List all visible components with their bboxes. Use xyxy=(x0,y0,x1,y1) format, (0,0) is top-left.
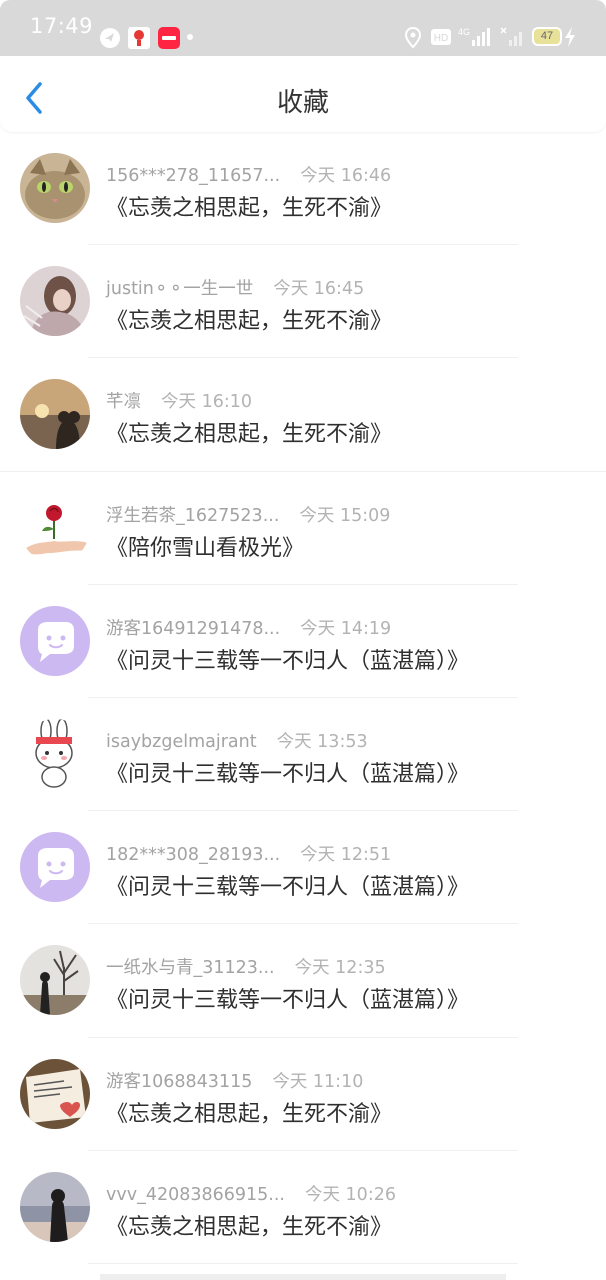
location-icon xyxy=(404,27,422,49)
favorite-meta: 游客1068843115 今天 11:10 xyxy=(106,1068,363,1093)
list-item[interactable]: isaybzgelmajrant 今天 13:53 《问灵十三载等一不归人（蓝湛篇… xyxy=(0,698,606,812)
favorites-list: 156***278_11657... 今天 16:46 《忘羡之相思起，生死不渝》… xyxy=(0,132,606,1264)
default-avatar[interactable] xyxy=(20,605,90,676)
work-title[interactable]: 《陪你雪山看极光》 xyxy=(106,530,304,562)
work-title[interactable]: 《忘羡之相思起，生死不渝》 xyxy=(106,303,392,335)
favorite-time: 今天 10:26 xyxy=(304,1184,396,1205)
work-title[interactable]: 《忘羡之相思起，生死不渝》 xyxy=(106,416,392,448)
user-name[interactable]: 游客1068843115 xyxy=(106,1072,252,1092)
list-item[interactable]: 浮生若茶_1627523... 今天 15:09 《陪你雪山看极光》 xyxy=(0,472,606,585)
favorite-time: 今天 16:10 xyxy=(161,392,252,413)
sunset-avatar[interactable] xyxy=(20,379,90,450)
battery-icon: 47 xyxy=(532,27,562,46)
app-notification-icon xyxy=(100,28,120,48)
favorite-meta: isaybzgelmajrant 今天 13:53 xyxy=(106,728,368,753)
user-name[interactable]: vvv_42083866915... xyxy=(106,1185,285,1205)
work-title[interactable]: 《问灵十三载等一不归人（蓝湛篇）》 xyxy=(106,756,469,788)
work-title[interactable]: 《忘羡之相思起，生死不渝》 xyxy=(106,1096,392,1128)
work-title[interactable]: 《问灵十三载等一不归人（蓝湛篇）》 xyxy=(106,643,469,675)
list-item[interactable]: vvv_42083866915... 今天 10:26 《忘羡之相思起，生死不渝》 xyxy=(0,1151,606,1264)
list-item[interactable]: 182***308_28193... 今天 12:51 《问灵十三载等一不归人（蓝… xyxy=(0,811,606,925)
favorite-meta: 芊凛 今天 16:10 xyxy=(106,388,252,413)
work-title[interactable]: 《问灵十三载等一不归人（蓝湛篇）》 xyxy=(106,982,469,1014)
favorite-time: 今天 12:51 xyxy=(300,845,392,866)
status-bar: 17:49 HD 4G 47 xyxy=(0,0,606,56)
favorite-meta: 浮生若茶_1627523... 今天 15:09 xyxy=(106,502,390,527)
user-name[interactable]: 一纸水与青_31123... xyxy=(106,958,275,978)
hd-icon: HD xyxy=(431,29,451,45)
user-name[interactable]: justin⚬⚬一生一世 xyxy=(106,279,253,299)
page-title: 收藏 xyxy=(276,88,329,118)
gesture-bar xyxy=(100,1274,506,1280)
navigation-header: 收藏 xyxy=(0,56,606,132)
rose-avatar[interactable] xyxy=(20,492,90,563)
app-notification-icon xyxy=(158,27,180,49)
cat-avatar[interactable] xyxy=(20,153,90,223)
favorite-time: 今天 16:45 xyxy=(273,279,365,300)
user-name[interactable]: 182***308_28193... xyxy=(106,845,280,865)
favorite-time: 今天 15:09 xyxy=(299,505,391,526)
list-item[interactable]: 一纸水与青_31123... 今天 12:35 《问灵十三载等一不归人（蓝湛篇）》 xyxy=(0,924,606,1038)
list-item[interactable]: 156***278_11657... 今天 16:46 《忘羡之相思起，生死不渝》 xyxy=(0,132,606,246)
beach-avatar[interactable] xyxy=(20,1171,90,1242)
work-title[interactable]: 《忘羡之相思起，生死不渝》 xyxy=(106,1209,392,1241)
work-title[interactable]: 《问灵十三载等一不归人（蓝湛篇）》 xyxy=(106,869,469,901)
favorite-time: 今天 14:19 xyxy=(300,618,392,639)
app-notification-icon xyxy=(128,27,150,49)
default-avatar[interactable] xyxy=(20,832,90,903)
list-item[interactable]: 芊凛 今天 16:10 《忘羡之相思起，生死不渝》 xyxy=(0,358,606,472)
user-name[interactable]: 游客16491291478... xyxy=(106,619,280,639)
status-time: 17:49 xyxy=(30,14,94,38)
svg-text:HD: HD xyxy=(434,33,448,44)
note-avatar[interactable] xyxy=(20,1058,90,1129)
favorite-meta: 182***308_28193... 今天 12:51 xyxy=(106,841,391,866)
list-item[interactable]: justin⚬⚬一生一世 今天 16:45 《忘羡之相思起，生死不渝》 xyxy=(0,245,606,359)
list-item[interactable]: 游客1068843115 今天 11:10 《忘羡之相思起，生死不渝》 xyxy=(0,1038,606,1151)
girl-avatar[interactable] xyxy=(20,266,90,337)
divider xyxy=(88,1262,518,1264)
favorite-time: 今天 16:46 xyxy=(300,166,392,186)
favorite-time: 今天 11:10 xyxy=(272,1071,364,1092)
signal-icon xyxy=(500,27,522,46)
user-name[interactable]: 156***278_11657... xyxy=(106,166,280,186)
favorite-meta: 156***278_11657... 今天 16:46 xyxy=(106,162,391,187)
favorite-meta: vvv_42083866915... 今天 10:26 xyxy=(106,1181,396,1206)
work-title[interactable]: 《忘羡之相思起，生死不渝》 xyxy=(106,190,392,222)
user-name[interactable]: isaybzgelmajrant xyxy=(106,732,257,752)
favorite-meta: 一纸水与青_31123... 今天 12:35 xyxy=(106,954,386,979)
signal-icon: 4G xyxy=(458,27,490,46)
battery-level: 47 xyxy=(540,30,554,42)
favorite-time: 今天 12:35 xyxy=(294,958,386,979)
tree-avatar[interactable] xyxy=(20,945,90,1016)
user-name[interactable]: 芊凛 xyxy=(106,392,141,412)
list-item[interactable]: 游客16491291478... 今天 14:19 《问灵十三载等一不归人（蓝湛篇… xyxy=(0,585,606,698)
charging-icon xyxy=(565,27,575,47)
favorite-time: 今天 13:53 xyxy=(276,731,368,752)
user-name[interactable]: 浮生若茶_1627523... xyxy=(106,506,279,526)
more-dot-icon xyxy=(187,34,193,40)
favorite-meta: 游客16491291478... 今天 14:19 xyxy=(106,615,391,640)
bunny-avatar[interactable] xyxy=(20,718,90,789)
favorite-meta: justin⚬⚬一生一世 今天 16:45 xyxy=(106,275,364,300)
network-label: 4G xyxy=(458,27,470,37)
